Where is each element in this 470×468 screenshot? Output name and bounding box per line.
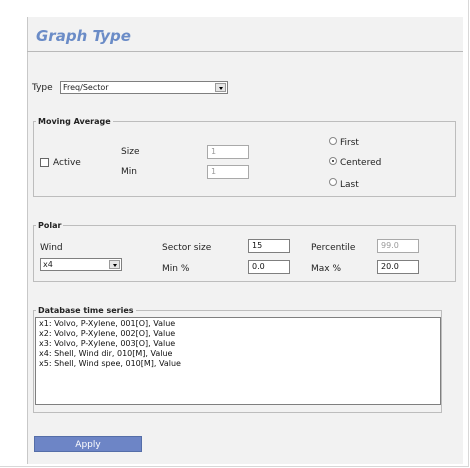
list-item[interactable]: x2: Volvo, P-Xylene, 002[O], Value — [39, 329, 437, 339]
list-item[interactable]: x4: Shell, Wind dir, 010[M], Value — [39, 349, 437, 359]
percentile-input[interactable]: 99.0 — [377, 239, 419, 253]
active-label: Active — [53, 158, 81, 168]
type-select-value: Freq/Sector — [63, 83, 109, 92]
list-item[interactable]: x5: Shell, Wind spee, 010[M], Value — [39, 359, 437, 369]
last-radio[interactable] — [329, 178, 337, 186]
size-input[interactable]: 1 — [207, 145, 249, 159]
first-radio[interactable] — [329, 137, 337, 145]
sector-size-label: Sector size — [162, 243, 212, 253]
wind-select-value: x4 — [43, 260, 53, 269]
list-item[interactable]: x1: Volvo, P-Xylene, 001[O], Value — [39, 319, 437, 329]
database-legend: Database time series — [38, 306, 134, 315]
polar-legend: Polar — [38, 221, 62, 230]
type-label: Type — [32, 83, 53, 93]
min-pct-input[interactable]: 0.0 — [248, 260, 290, 274]
chevron-down-icon[interactable] — [215, 83, 226, 92]
moving-average-legend: Moving Average — [38, 117, 111, 126]
first-label: First — [340, 138, 359, 148]
max-pct-label: Max % — [311, 264, 342, 274]
sector-size-input[interactable]: 15 — [248, 239, 290, 253]
size-label: Size — [121, 147, 140, 157]
active-checkbox[interactable] — [40, 158, 49, 167]
min-input[interactable]: 1 — [207, 165, 249, 179]
wind-label: Wind — [40, 243, 63, 253]
chevron-down-icon[interactable] — [109, 260, 120, 269]
percentile-label: Percentile — [311, 243, 356, 253]
apply-button[interactable]: Apply — [34, 436, 142, 452]
last-label: Last — [340, 180, 359, 190]
wind-select[interactable]: x4 — [40, 258, 122, 271]
min-label: Min — [121, 167, 137, 177]
list-item[interactable]: x3: Volvo, P-Xylene, 003[O], Value — [39, 339, 437, 349]
centered-radio[interactable] — [329, 157, 337, 165]
type-select[interactable]: Freq/Sector — [60, 81, 228, 94]
max-pct-input[interactable]: 20.0 — [377, 260, 419, 274]
title-divider — [27, 51, 463, 52]
min-pct-label: Min % — [162, 264, 190, 274]
database-listbox[interactable]: x1: Volvo, P-Xylene, 001[O], Value x2: V… — [35, 317, 441, 405]
centered-label: Centered — [340, 158, 382, 168]
page-title: Graph Type — [36, 27, 131, 45]
